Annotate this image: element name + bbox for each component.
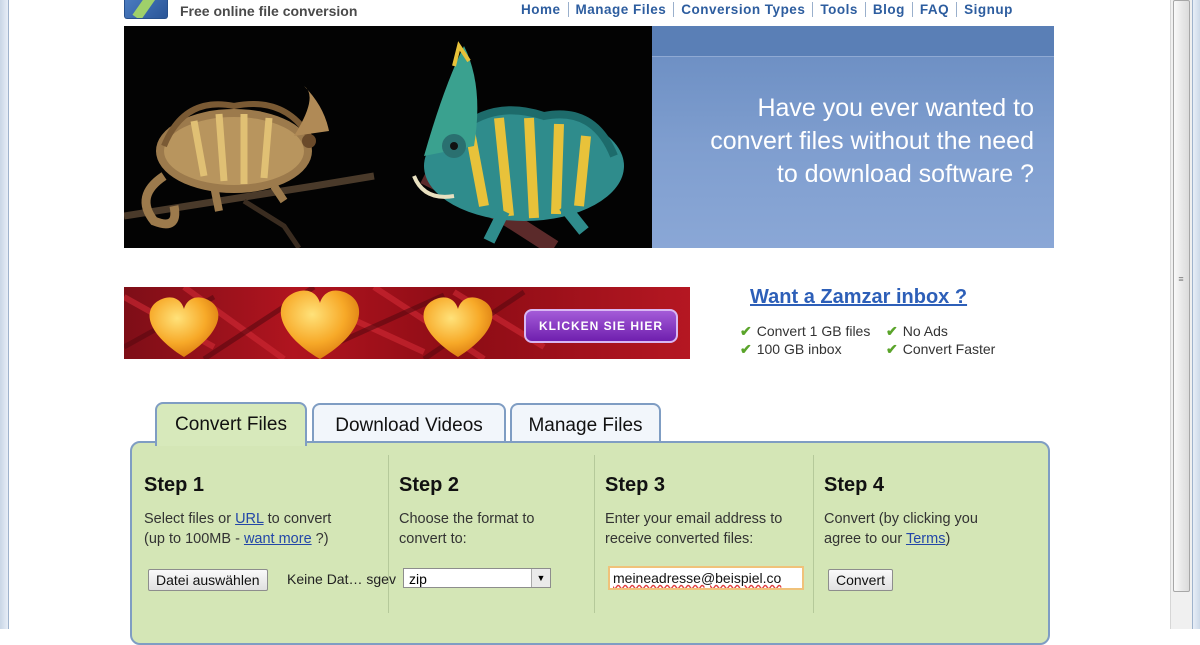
chameleons-photo — [124, 26, 652, 248]
step-1-title: Step 1 — [144, 474, 205, 496]
want-more-link[interactable]: want more — [244, 531, 312, 547]
window-frame-left — [0, 0, 9, 629]
feature-item: ✔ No Ads — [886, 323, 948, 339]
step-3-title: Step 3 — [605, 474, 666, 496]
tab-convert-files[interactable]: Convert Files — [155, 402, 307, 446]
choose-file-button[interactable]: Datei auswählen — [148, 569, 268, 591]
hero-text-panel: Have you ever wanted to convert files wi… — [652, 26, 1054, 248]
conversion-panel: Step 1 Select files or URL to convert (u… — [130, 441, 1050, 645]
nav-manage-files-link[interactable]: Manage Files — [567, 2, 674, 17]
advertisement-banner[interactable]: KLICKEN SIE HIER — [124, 287, 690, 359]
hero-line-2: convert files without the need — [710, 127, 1034, 155]
column-divider — [388, 455, 389, 613]
email-field[interactable]: meineadresse@beispiel.co — [608, 566, 804, 590]
feature-item: ✔ Convert Faster — [886, 341, 996, 357]
step-4-description: Convert (by clicking you agree to our Te… — [824, 511, 978, 547]
step-2-description: Choose the format to convert to: — [399, 511, 535, 547]
dropdown-arrow-icon[interactable]: ▼ — [531, 569, 550, 587]
window-frame-right — [1192, 0, 1200, 629]
nav-conversion-types-link[interactable]: Conversion Types — [673, 2, 812, 17]
hero-headline: Have you ever wanted to convert files wi… — [710, 92, 1034, 191]
zamzar-logo-icon[interactable] — [124, 0, 168, 19]
nav-signup-link[interactable]: Signup — [956, 2, 1020, 17]
email-field-value: meineadresse@beispiel.co — [613, 570, 782, 586]
step-3: Step 3 Enter your email address to recei… — [605, 455, 810, 635]
checkmark-icon: ✔ — [886, 341, 898, 357]
hero-banner: Have you ever wanted to convert files wi… — [124, 26, 1054, 248]
tab-manage-files[interactable]: Manage Files — [510, 403, 661, 443]
step-1: Step 1 Select files or URL to convert (u… — [144, 455, 384, 635]
convert-button[interactable]: Convert — [828, 569, 894, 591]
hero-line-3: to download software ? — [776, 160, 1034, 188]
top-navigation: Home Manage Files Conversion Types Tools… — [514, 2, 1020, 17]
checkmark-icon: ✔ — [740, 323, 752, 339]
column-divider — [813, 455, 814, 613]
step-3-description: Enter your email address to receive conv… — [605, 511, 783, 547]
format-select[interactable]: zip ▼ — [403, 568, 551, 588]
ad-click-button[interactable]: KLICKEN SIE HIER — [524, 309, 678, 343]
step-1-description: Select files or URL to convert (up to 10… — [144, 511, 332, 547]
hero-line-1: Have you ever wanted to — [757, 94, 1034, 122]
terms-link[interactable]: Terms — [906, 531, 945, 547]
step-4-title: Step 4 — [824, 474, 885, 496]
file-status-text: Keine Dat… sgev — [287, 571, 396, 587]
tab-download-videos[interactable]: Download Videos — [312, 403, 506, 443]
nav-faq-link[interactable]: FAQ — [911, 2, 956, 17]
feature-item: ✔ Convert 1 GB files — [740, 323, 871, 339]
zamzar-inbox-link[interactable]: Want a Zamzar inbox ? — [750, 286, 967, 309]
column-divider — [594, 455, 595, 613]
feature-item: ✔ 100 GB inbox — [740, 341, 842, 357]
vertical-scrollbar-thumb[interactable] — [1173, 0, 1190, 592]
step-2-title: Step 2 — [399, 474, 460, 496]
nav-tools-link[interactable]: Tools — [812, 2, 865, 17]
scrollbar-grip-icon: ≡ — [1178, 274, 1184, 284]
nav-blog-link[interactable]: Blog — [864, 2, 912, 17]
format-select-value: zip — [409, 571, 427, 587]
checkmark-icon: ✔ — [740, 341, 752, 357]
step-4: Step 4 Convert (by clicking you agree to… — [824, 455, 1034, 635]
url-link[interactable]: URL — [235, 511, 263, 527]
step-2: Step 2 Choose the format to convert to: — [399, 455, 589, 635]
nav-home-link[interactable]: Home — [514, 2, 568, 17]
site-tagline: Free online file conversion — [180, 3, 358, 19]
checkmark-icon: ✔ — [886, 323, 898, 339]
